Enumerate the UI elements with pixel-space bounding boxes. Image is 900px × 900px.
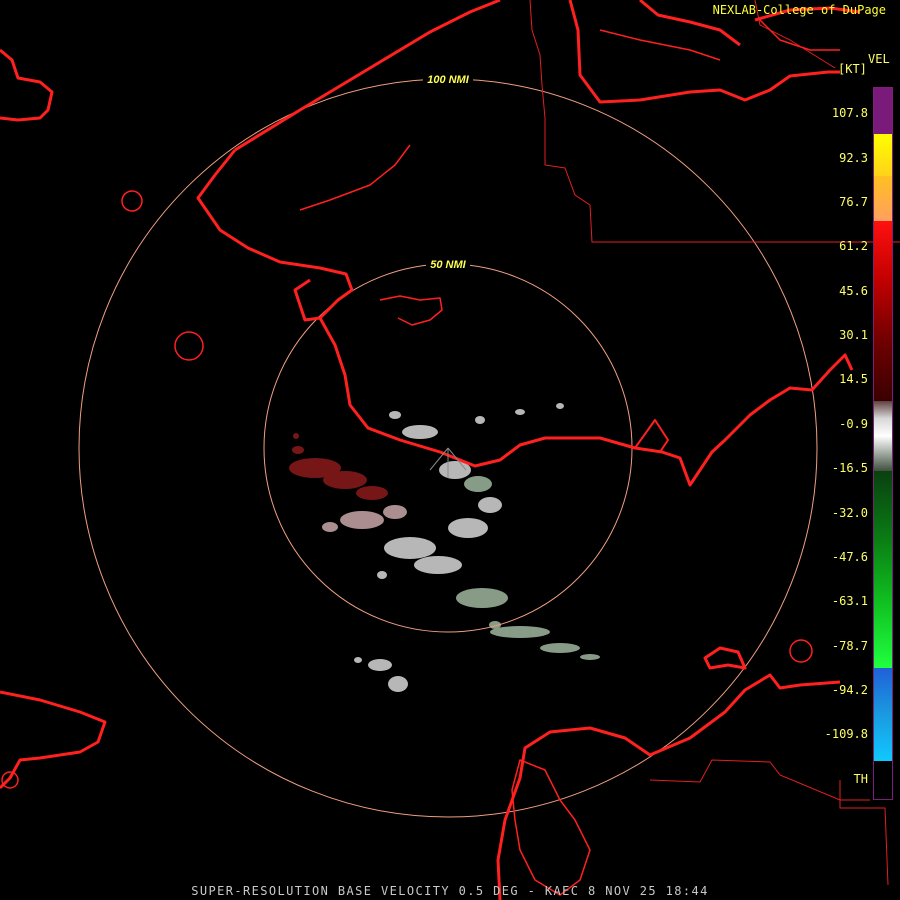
echo-cluster-pink xyxy=(322,505,407,532)
scale-segment-orange xyxy=(874,176,892,221)
legend-tick: -47.6 xyxy=(831,550,868,564)
scale-segment-red xyxy=(874,221,892,401)
state-boundaries xyxy=(529,0,900,886)
legend-unit-label: [KT] xyxy=(838,62,867,76)
legend-tick: 61.2 xyxy=(839,239,868,253)
range-ring-label-100: 100 NMI xyxy=(427,74,470,86)
legend-tick: 76.7 xyxy=(839,195,868,209)
data-credit: NEXLAB-College of DuPage xyxy=(712,3,886,17)
legend-tick: -109.8 xyxy=(824,727,868,741)
legend-tick: -63.1 xyxy=(831,594,868,608)
legend-tick: 30.1 xyxy=(839,328,868,342)
legend-product-label: VEL xyxy=(868,52,890,66)
range-rings: 100 NMI 50 NMI xyxy=(78,73,818,818)
legend-tick: 92.3 xyxy=(839,151,868,165)
scale-segment-purple xyxy=(874,88,892,134)
legend-tick: -94.2 xyxy=(831,683,868,697)
legend-tick: -0.9 xyxy=(839,417,868,431)
legend-tick: -78.7 xyxy=(831,639,868,653)
scale-segment-green xyxy=(874,471,892,668)
echo-cluster-gray xyxy=(354,403,564,692)
legend-tick: -16.5 xyxy=(831,461,868,475)
echo-cluster-outbound-red xyxy=(289,433,388,500)
legend-tick: 107.8 xyxy=(831,106,868,120)
range-ring-label-50: 50 NMI xyxy=(430,259,466,271)
velocity-color-scale xyxy=(873,87,893,800)
radar-map: 100 NMI 50 NMI xyxy=(0,0,900,900)
product-caption: SUPER-RESOLUTION BASE VELOCITY 0.5 DEG -… xyxy=(191,884,709,898)
velocity-echoes xyxy=(289,403,600,692)
legend-tick: 14.5 xyxy=(839,372,868,386)
scale-segment-th xyxy=(874,761,892,799)
scale-segment-yellow xyxy=(874,134,892,176)
legend-tick: 45.6 xyxy=(839,284,868,298)
coastline xyxy=(0,0,861,900)
scale-segment-blue xyxy=(874,668,892,761)
legend-tick: -32.0 xyxy=(831,506,868,520)
scale-segment-gray xyxy=(874,401,892,471)
legend-tick: TH xyxy=(853,772,868,786)
echo-cluster-gray-green xyxy=(456,476,600,660)
